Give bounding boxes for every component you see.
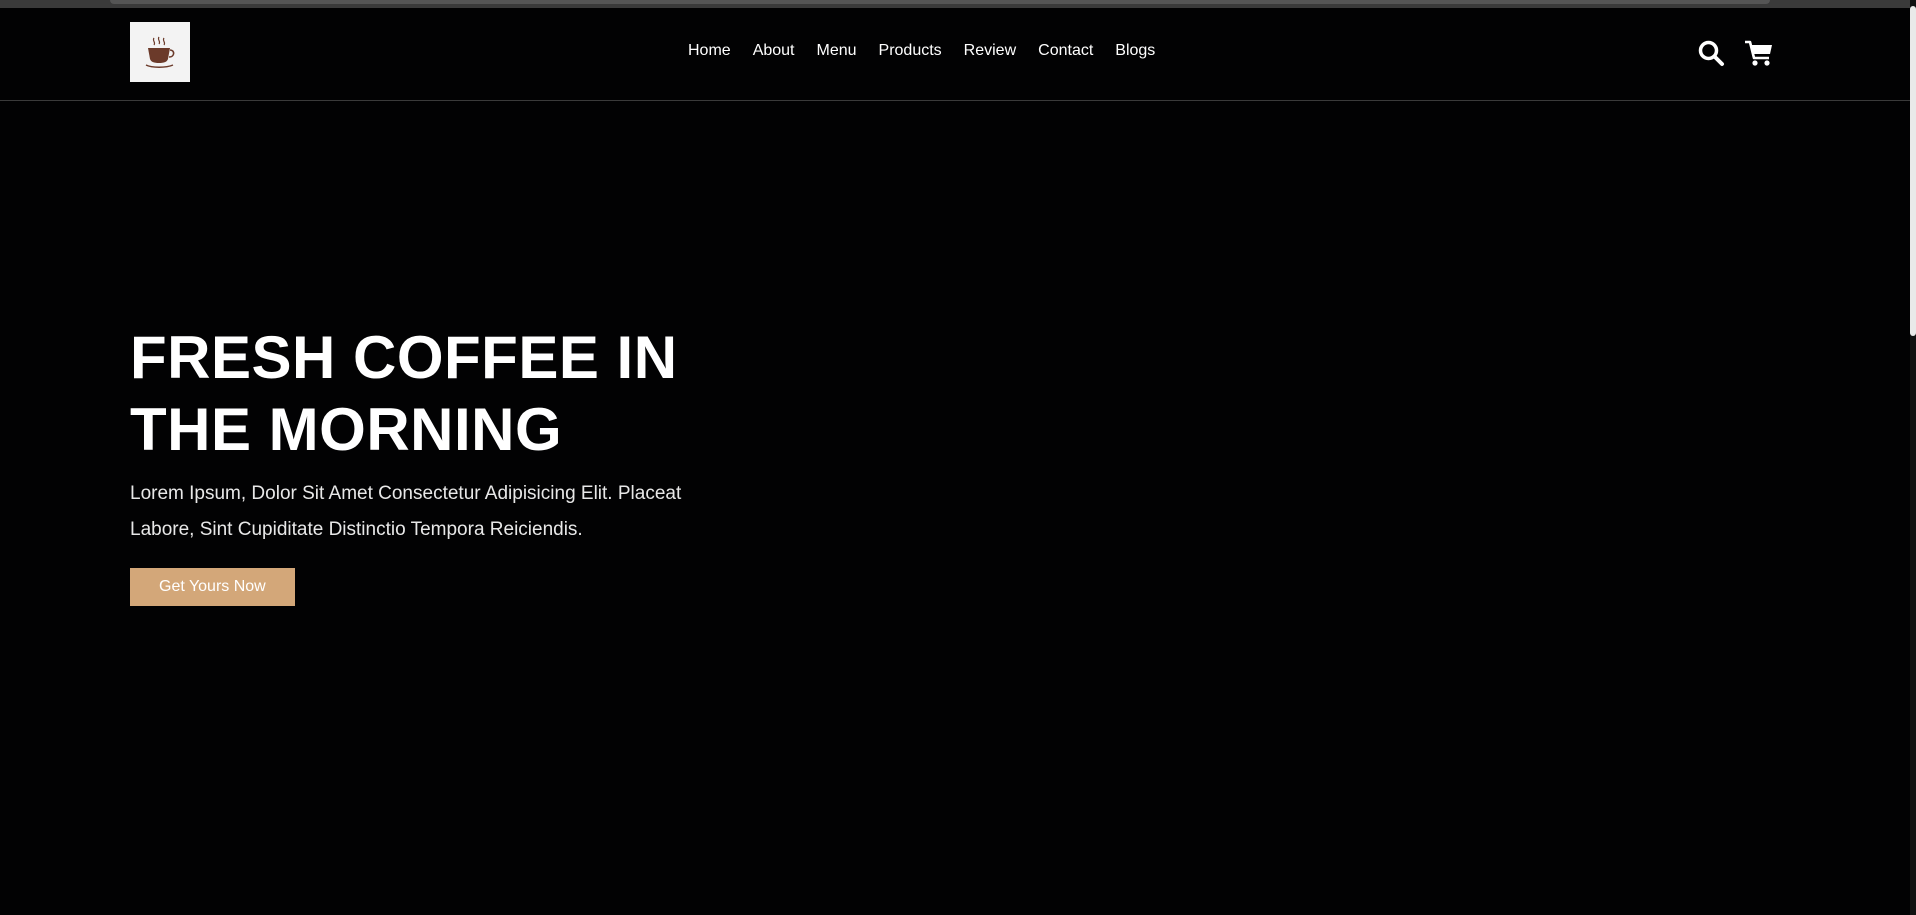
nav-products[interactable]: Products: [879, 42, 942, 60]
nav-review[interactable]: Review: [964, 42, 1016, 60]
hero-title-line2: THE MORNING: [130, 396, 563, 463]
cart-icon: [1745, 40, 1772, 66]
hero-description-line2: Labore, Sint Cupiditate Distinctio Tempo…: [130, 519, 583, 540]
browser-top-strip: [0, 0, 1916, 8]
nav-about[interactable]: About: [753, 42, 795, 60]
nav-menu[interactable]: Menu: [817, 42, 857, 60]
search-button[interactable]: [1696, 38, 1726, 68]
get-yours-now-button[interactable]: Get Yours Now: [130, 568, 295, 606]
search-icon: [1698, 40, 1724, 66]
hero-description-line1: Lorem Ipsum, Dolor Sit Amet Consectetur …: [130, 483, 682, 504]
coffee-cup-icon: [145, 36, 175, 68]
cart-button[interactable]: [1744, 38, 1774, 68]
hero-title-line1: FRESH COFFEE IN: [130, 324, 678, 391]
browser-top-strip-inner: [110, 0, 1770, 4]
header-icons: [1696, 38, 1774, 68]
logo[interactable]: [130, 22, 190, 82]
hero-section: FRESH COFFEE IN THE MORNING Lorem Ipsum,…: [130, 322, 730, 606]
hero-title: FRESH COFFEE IN THE MORNING: [130, 322, 730, 466]
site-header: Home About Menu Products Review Contact …: [0, 8, 1916, 101]
nav-blogs[interactable]: Blogs: [1115, 42, 1155, 60]
scrollbar-thumb[interactable]: [1910, 6, 1916, 336]
main-nav: Home About Menu Products Review Contact …: [688, 42, 1155, 60]
scrollbar-track[interactable]: [1910, 0, 1916, 915]
nav-contact[interactable]: Contact: [1038, 42, 1093, 60]
nav-home[interactable]: Home: [688, 42, 731, 60]
hero-description: Lorem Ipsum, Dolor Sit Amet Consectetur …: [130, 476, 710, 548]
